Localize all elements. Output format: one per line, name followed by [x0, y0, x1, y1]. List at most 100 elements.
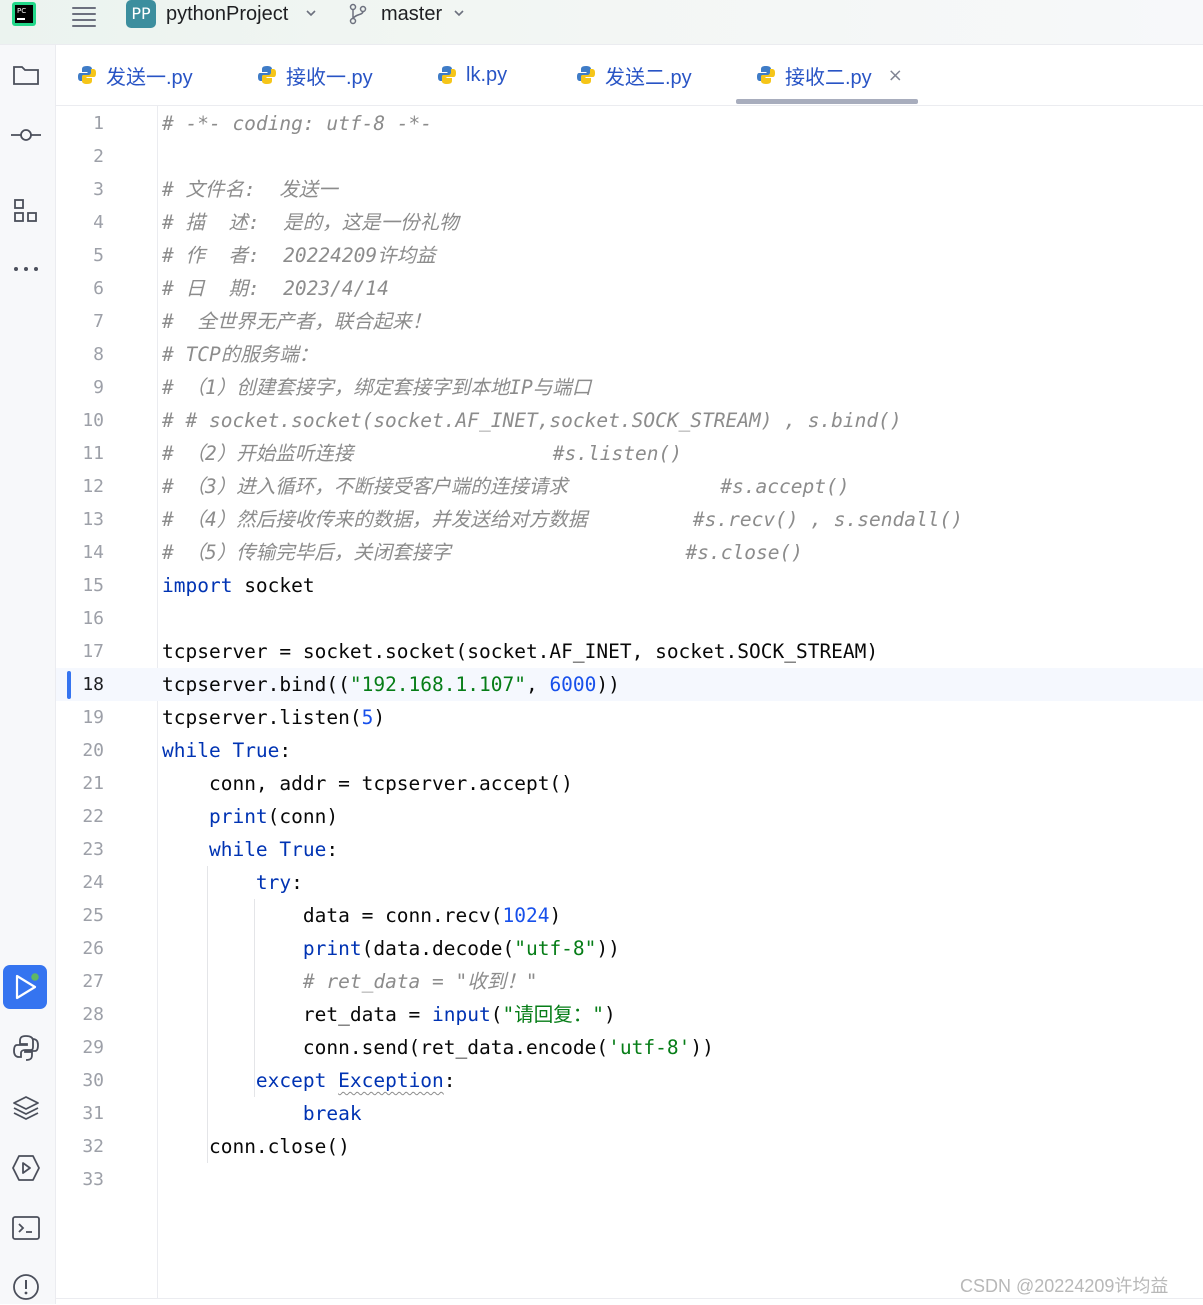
python-file-icon [757, 66, 775, 84]
code-token: (conn) [267, 805, 339, 828]
line-number: 31 [82, 1103, 104, 1124]
code-token: # ret_data = "收到！" [302, 970, 538, 993]
line-number: 7 [93, 311, 104, 332]
line-number: 17 [82, 641, 104, 662]
line-number: 28 [82, 1004, 104, 1025]
active-tab-indicator [736, 99, 918, 104]
editor-tab-bar: 发送一.py 接收一.py lk.py 发送二.py 接收二.py × [56, 45, 1203, 106]
code-token: # 日 期: 2023/4/14 [162, 277, 389, 300]
line-number: 10 [82, 410, 104, 431]
project-badge[interactable]: PP [126, 0, 156, 28]
commit-icon[interactable] [8, 117, 44, 153]
line-number: 25 [82, 905, 104, 926]
tab-fasong-yi[interactable]: 发送一.py [76, 45, 193, 105]
line-number: 13 [82, 509, 104, 530]
line-number: 16 [82, 608, 104, 629]
code-token: # （5）传输完毕后，关闭套接字 #s.close() [162, 541, 803, 564]
pycharm-logo-icon[interactable]: PC [12, 2, 36, 26]
tab-lk[interactable]: lk.py [436, 45, 507, 105]
line-number: 23 [82, 839, 104, 860]
line-number: 3 [93, 179, 104, 200]
indent-guide [253, 899, 255, 1097]
code-token: while [162, 739, 221, 762]
line-number: 14 [82, 542, 104, 563]
python-console-icon[interactable] [8, 1030, 44, 1066]
code-token: ) [603, 1003, 616, 1026]
svg-text:PC: PC [17, 7, 26, 15]
code-token: try [255, 871, 292, 894]
code-text: while True: [162, 734, 291, 767]
code-text: ret_data = input("请回复：") [162, 998, 616, 1031]
code-text: # TCP的服务端： [162, 338, 318, 371]
tab-label: 发送二.py [605, 66, 692, 89]
run-icon[interactable] [3, 965, 47, 1009]
code-line[interactable] [56, 602, 1203, 635]
tab-jieshou-er[interactable]: 接收二.py × [755, 45, 903, 105]
more-icon[interactable] [8, 251, 44, 287]
code-text: tcpserver = socket.socket(socket.AF_INET… [162, 635, 878, 668]
code-token: 'utf-8' [608, 1036, 691, 1059]
code-text: try: [162, 866, 303, 899]
code-token: conn.send(ret_data.encode( [302, 1036, 609, 1059]
code-token: tcpserver = socket.socket(socket.AF_INET… [162, 640, 879, 663]
python-file-icon [438, 66, 456, 84]
code-token: True [232, 739, 280, 762]
layers-icon[interactable] [8, 1090, 44, 1126]
code-line[interactable] [56, 1163, 1203, 1196]
code-token: print [302, 937, 362, 960]
code-token: tcpserver.listen( [162, 706, 362, 729]
code-token: # 描 述: 是的，这是一份礼物 [162, 211, 459, 234]
code-token: 5 [361, 706, 374, 729]
code-text: conn.send(ret_data.encode('utf-8')) [162, 1031, 714, 1064]
line-number: 22 [82, 806, 104, 827]
line-number: 30 [82, 1070, 104, 1091]
line-number: 15 [82, 575, 104, 596]
python-file-icon [258, 66, 276, 84]
terminal-icon[interactable] [8, 1210, 44, 1246]
code-text: # 全世界无产者，联合起来！ [162, 305, 431, 338]
git-branch-icon[interactable] [348, 3, 368, 25]
code-text: print(data.decode("utf-8")) [162, 932, 620, 965]
code-token: : [291, 871, 303, 894]
code-token: # 全世界无产者，联合起来！ [162, 310, 432, 333]
close-icon[interactable]: × [888, 65, 903, 86]
code-text: # ret_data = "收到！" [162, 965, 538, 998]
git-branch-name[interactable]: master [381, 3, 442, 26]
code-token: # 作 者: 20224209许均益 [162, 244, 436, 267]
code-line[interactable] [56, 140, 1203, 173]
services-icon[interactable] [8, 1150, 44, 1186]
code-text: import socket [162, 569, 315, 602]
code-token: Exception [338, 1069, 444, 1092]
problems-icon[interactable] [8, 1269, 44, 1305]
structure-icon[interactable] [8, 193, 44, 229]
code-token: "utf-8" [514, 937, 597, 960]
tab-label: lk.py [466, 63, 508, 86]
code-text: data = conn.recv(1024) [162, 899, 561, 932]
line-number: 26 [82, 938, 104, 959]
line-number: 1 [93, 113, 104, 134]
main-menu-icon[interactable] [72, 3, 96, 27]
code-token: ( [490, 1003, 503, 1026]
project-name[interactable]: pythonProject [166, 3, 288, 26]
code-text: conn, addr = tcpserver.accept() [162, 767, 573, 800]
chevron-down-icon[interactable] [452, 6, 466, 20]
code-token: "请回复：" [502, 1003, 604, 1026]
code-token: # （1）创建套接字，绑定套接字到本地IP与端口 [162, 376, 592, 399]
code-token: # 文件名: 发送一 [162, 178, 338, 201]
chevron-down-icon[interactable] [304, 6, 318, 20]
code-token: # （2）开始监听连接 #s.listen() [162, 442, 682, 465]
project-folder-icon[interactable] [8, 57, 44, 93]
tab-label: 接收一.py [286, 66, 373, 89]
tab-fasong-er[interactable]: 发送二.py [575, 45, 692, 105]
tab-jieshou-yi[interactable]: 接收一.py [256, 45, 373, 105]
code-text: # 日 期: 2023/4/14 [162, 272, 389, 305]
code-token: conn, addr = tcpserver.accept() [208, 772, 573, 795]
